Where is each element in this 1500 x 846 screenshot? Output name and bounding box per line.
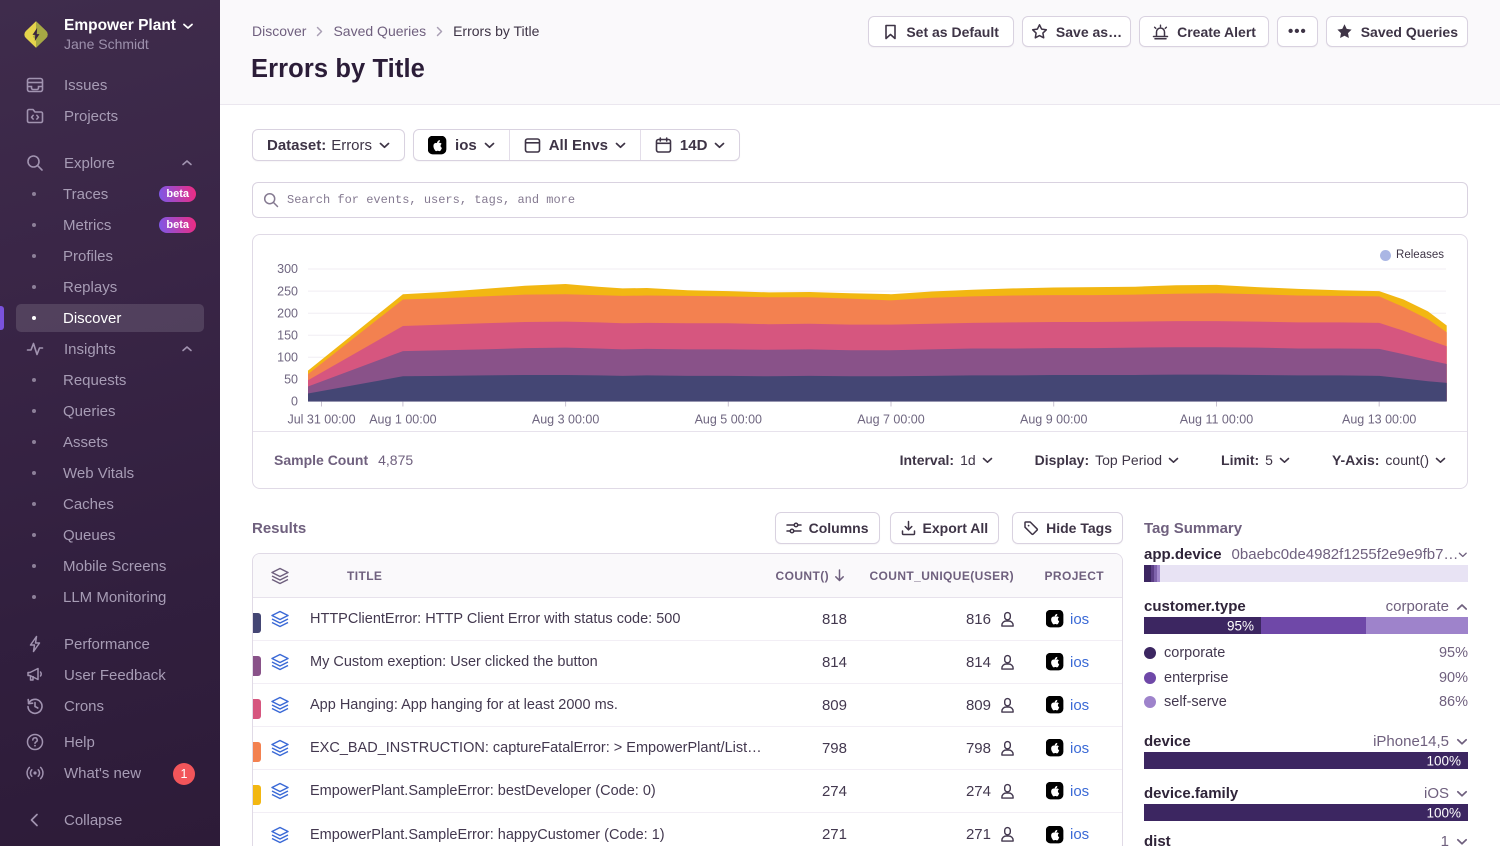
svg-text:150: 150 <box>277 328 298 342</box>
svg-text:Aug 11 00:00: Aug 11 00:00 <box>1180 413 1253 427</box>
svg-text:Aug 7 00:00: Aug 7 00:00 <box>857 413 924 427</box>
svg-text:0: 0 <box>291 395 298 409</box>
svg-text:250: 250 <box>277 284 298 298</box>
svg-text:Aug 13 00:00: Aug 13 00:00 <box>1342 413 1416 427</box>
svg-text:Aug 9 00:00: Aug 9 00:00 <box>1020 413 1087 427</box>
svg-text:Aug 3 00:00: Aug 3 00:00 <box>532 413 599 427</box>
svg-text:200: 200 <box>277 306 298 320</box>
svg-text:50: 50 <box>284 373 298 387</box>
svg-text:Jul 31 00:00: Jul 31 00:00 <box>287 413 355 427</box>
svg-text:Aug 1 00:00: Aug 1 00:00 <box>369 413 436 427</box>
svg-text:100: 100 <box>277 351 298 365</box>
svg-text:Aug 5 00:00: Aug 5 00:00 <box>695 413 762 427</box>
svg-text:300: 300 <box>277 262 298 276</box>
